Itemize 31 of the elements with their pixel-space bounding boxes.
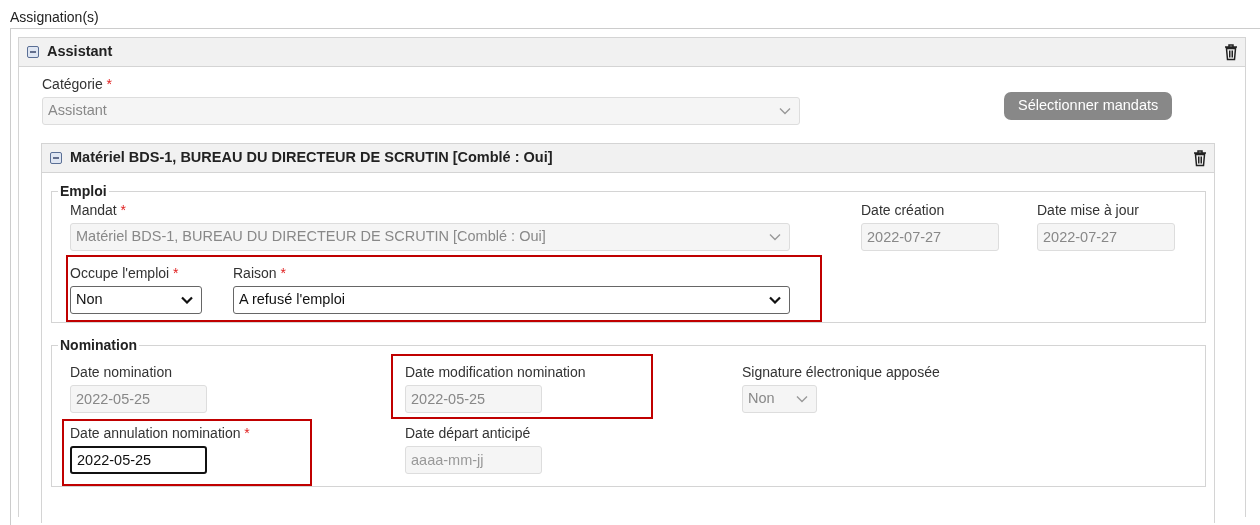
required-mark: * [120,202,127,218]
select-mandates-button[interactable]: Sélectionner mandats [1004,92,1173,120]
trash-icon[interactable] [1192,149,1208,167]
field-label: Catégorie * [42,76,114,93]
fieldset-legend: Emploi [58,183,109,200]
field-label: Date mise à jour [1037,202,1140,219]
fieldset-legend: Nomination [58,337,139,354]
required-mark: * [106,76,113,92]
select-field[interactable]: Non [70,286,202,314]
chevron-icon[interactable] [769,296,781,304]
field-label: Mandat * [70,202,128,219]
field-label: Occupe l'emploi * [70,265,180,282]
required-mark: * [280,265,286,281]
collapse-icon[interactable] [27,46,39,58]
field-label: Date départ anticipé [405,425,532,442]
collapse-icon[interactable] [50,152,62,164]
required-mark: * [173,265,179,281]
field-label: Raison * [233,265,287,282]
field-label: Date annulation nomination * [70,425,250,442]
field-label: Date création [861,202,946,219]
required-mark: * [244,425,250,441]
panel-title: Assistant [47,42,114,62]
trash-icon[interactable] [1223,43,1239,61]
field-label: Date modification nomination [405,364,586,381]
focused-input-field[interactable]: 2022-05-25 [70,446,207,474]
field-label: Signature électronique apposée [742,364,940,381]
section-title: Assignation(s) [10,9,99,26]
select-field[interactable]: A refusé l'emploi [233,286,790,314]
panel-title: Matériel BDS-1, BUREAU DU DIRECTEUR DE SCRUTIN [Comblé : Oui] [70,148,554,168]
field-label: Date nomination [70,364,173,381]
chevron-icon[interactable] [181,296,193,304]
